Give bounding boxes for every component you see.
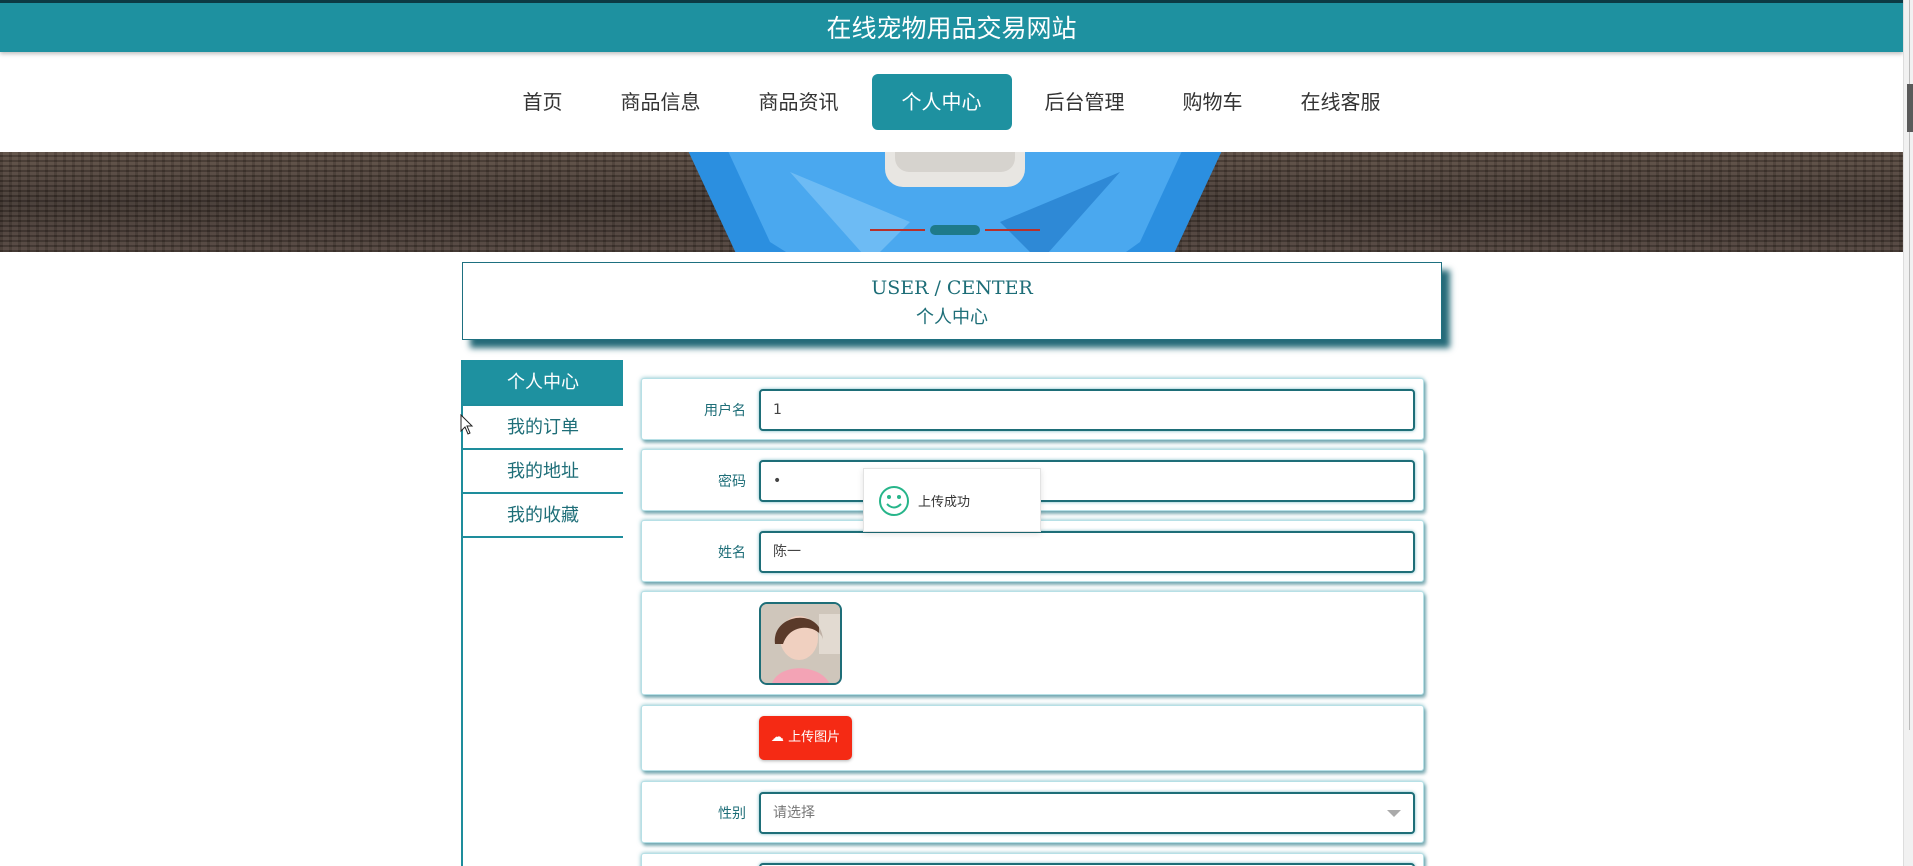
page-scrollbar[interactable] [1903,0,1913,866]
nav-product-info[interactable]: 商品信息 [592,74,730,130]
section-title-en: USER / CENTER [871,277,1033,299]
sidebar-item-user-center[interactable]: 个人中心 [463,360,623,406]
password-label: 密码 [718,474,746,490]
nav-home[interactable]: 首页 [494,74,592,130]
section-title-cn: 个人中心 [916,307,988,328]
smile-icon [879,486,909,516]
avatar-photo [761,604,840,683]
username-label: 用户名 [704,403,746,419]
gender-select[interactable]: 请选择 [759,792,1415,834]
sidebar-item-my-address[interactable]: 我的地址 [463,450,623,494]
name-input[interactable]: 陈一 [759,531,1415,573]
username-input[interactable]: 1 [759,389,1415,431]
cloud-upload-icon: ☁ [770,730,784,745]
form-row-username: 用户名 1 [641,378,1424,440]
mouse-cursor-icon [460,414,474,435]
banner-carousel[interactable] [0,152,1903,252]
scroll-thumb[interactable] [1907,84,1913,132]
nav-cart[interactable]: 购物车 [1154,74,1272,130]
pet-bowl-image [688,152,1222,252]
nav-admin[interactable]: 后台管理 [1016,74,1154,130]
sidebar-item-my-favorites[interactable]: 我的收藏 [463,494,623,538]
form-row-gender: 性别 请选择 [641,781,1424,843]
toast-message: 上传成功 [863,468,1041,532]
avatar[interactable] [759,602,842,685]
upload-image-button[interactable]: ☁ 上传图片 [759,716,852,760]
site-title: 在线宠物用品交易网站 [0,0,1903,52]
chevron-down-icon [1387,810,1401,817]
page: 在线宠物用品交易网站 首页 商品信息 商品资讯 个人中心 后台管理 购物车 在线… [0,0,1913,866]
gender-label: 性别 [718,806,746,822]
nav-product-news[interactable]: 商品资讯 [730,74,868,130]
form-row-next [641,853,1424,866]
sidebar-item-my-orders[interactable]: 我的订单 [463,406,623,450]
form-row-upload: ☁ 上传图片 [641,705,1424,771]
main-nav: 首页 商品信息 商品资讯 个人中心 后台管理 购物车 在线客服 [0,74,1903,130]
toast-text: 上传成功 [918,495,971,510]
upload-button-label: 上传图片 [788,730,841,745]
section-header: USER / CENTER 个人中心 [462,262,1442,340]
password-input[interactable]: • [759,460,1415,502]
nav-user-center[interactable]: 个人中心 [871,74,1012,130]
form-row-avatar [641,591,1424,695]
gender-select-placeholder: 请选择 [773,805,815,821]
carousel-indicators[interactable] [870,224,1040,236]
nav-customer-service[interactable]: 在线客服 [1272,74,1410,130]
name-label: 姓名 [718,545,746,561]
sidebar: 个人中心 我的订单 我的地址 我的收藏 [461,360,623,866]
